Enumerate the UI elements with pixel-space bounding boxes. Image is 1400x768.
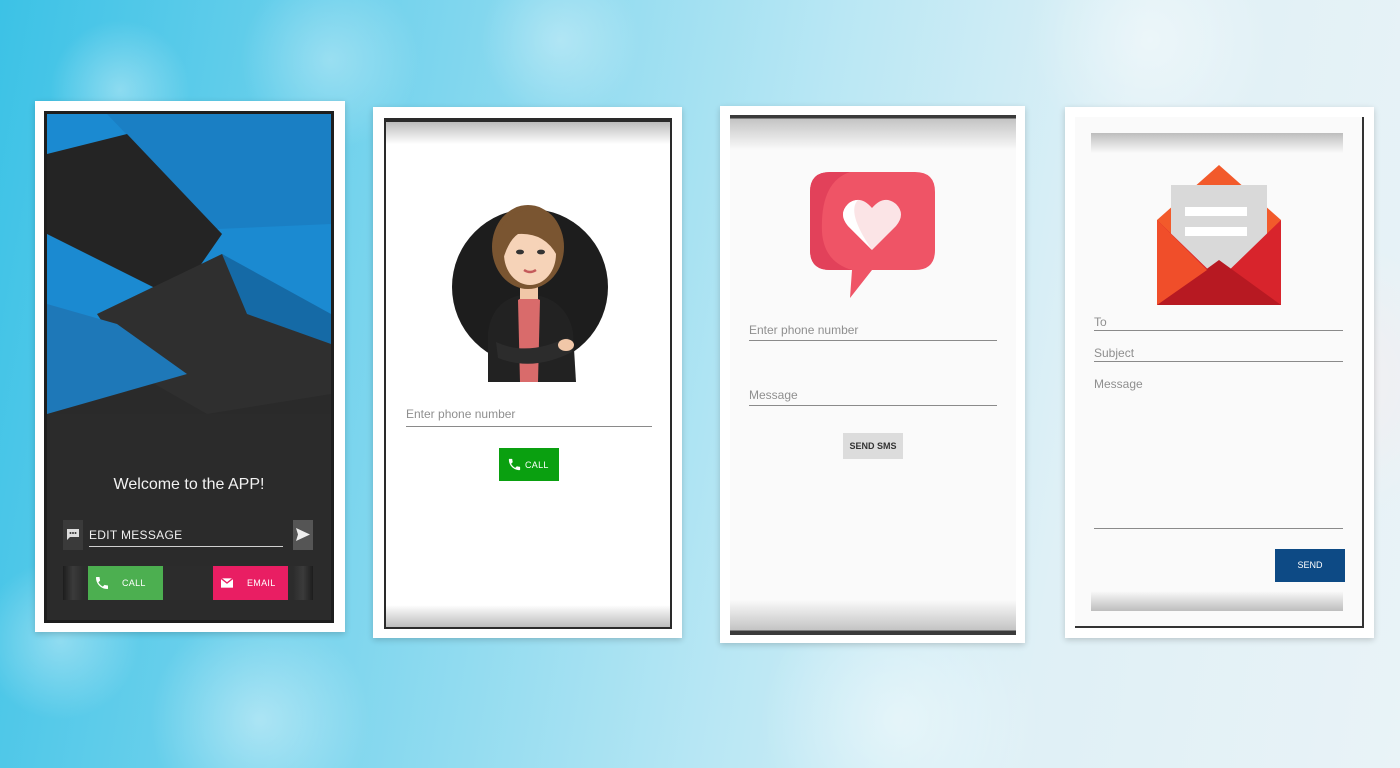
action-bar: CALL EMAIL: [63, 566, 313, 600]
bottom-shadow: [386, 605, 670, 627]
edit-message-input[interactable]: EDIT MESSAGE: [89, 525, 283, 547]
screenshot-frame-main: Welcome to the APP! EDIT MESSAGE CALL EM…: [35, 101, 345, 632]
top-shadow: [730, 115, 1016, 150]
bottom-shadow: [730, 600, 1016, 635]
material-background-art: [47, 114, 331, 414]
send-icon[interactable]: [293, 520, 313, 550]
send-sms-button[interactable]: SEND SMS: [843, 433, 903, 459]
message-input[interactable]: Message: [749, 388, 997, 406]
email-label: EMAIL: [247, 578, 276, 588]
call-button[interactable]: CALL: [499, 448, 559, 481]
call-label: CALL: [122, 578, 146, 588]
message-row: EDIT MESSAGE: [63, 520, 313, 550]
screenshot-frame-sms: Enter phone number Message SEND SMS: [720, 106, 1025, 643]
call-label: CALL: [525, 460, 549, 470]
send-button[interactable]: SEND: [1275, 549, 1345, 582]
top-shadow: [1091, 133, 1343, 153]
message-underline: [1094, 528, 1343, 529]
screenshot-frame-call: Enter phone number CALL: [373, 107, 682, 638]
email-screen: To Subject Message SEND: [1075, 117, 1364, 628]
subject-field[interactable]: Subject: [1094, 346, 1343, 362]
heart-chat-bubble-icon: [810, 172, 935, 298]
welcome-text: Welcome to the APP!: [113, 476, 265, 493]
message-icon: [63, 520, 83, 550]
top-shadow: [386, 122, 670, 144]
message-field[interactable]: Message: [1094, 377, 1143, 391]
screenshot-frame-email: To Subject Message SEND: [1065, 107, 1374, 638]
sms-screen: Enter phone number Message SEND SMS: [730, 115, 1016, 635]
main-screen: Welcome to the APP! EDIT MESSAGE CALL EM…: [44, 111, 334, 623]
phone-number-input[interactable]: Enter phone number: [406, 407, 652, 427]
open-envelope-icon: [1157, 165, 1281, 305]
phone-icon: [96, 577, 108, 589]
email-button[interactable]: EMAIL: [213, 566, 288, 600]
to-field[interactable]: To: [1094, 315, 1343, 331]
bottom-shadow: [1091, 591, 1343, 611]
email-icon: [220, 577, 234, 588]
call-button[interactable]: CALL: [88, 566, 163, 600]
phone-icon: [508, 458, 521, 471]
woman-avatar-illustration: [452, 205, 608, 382]
phone-number-input[interactable]: Enter phone number: [749, 323, 997, 341]
call-screen: Enter phone number CALL: [384, 118, 672, 629]
